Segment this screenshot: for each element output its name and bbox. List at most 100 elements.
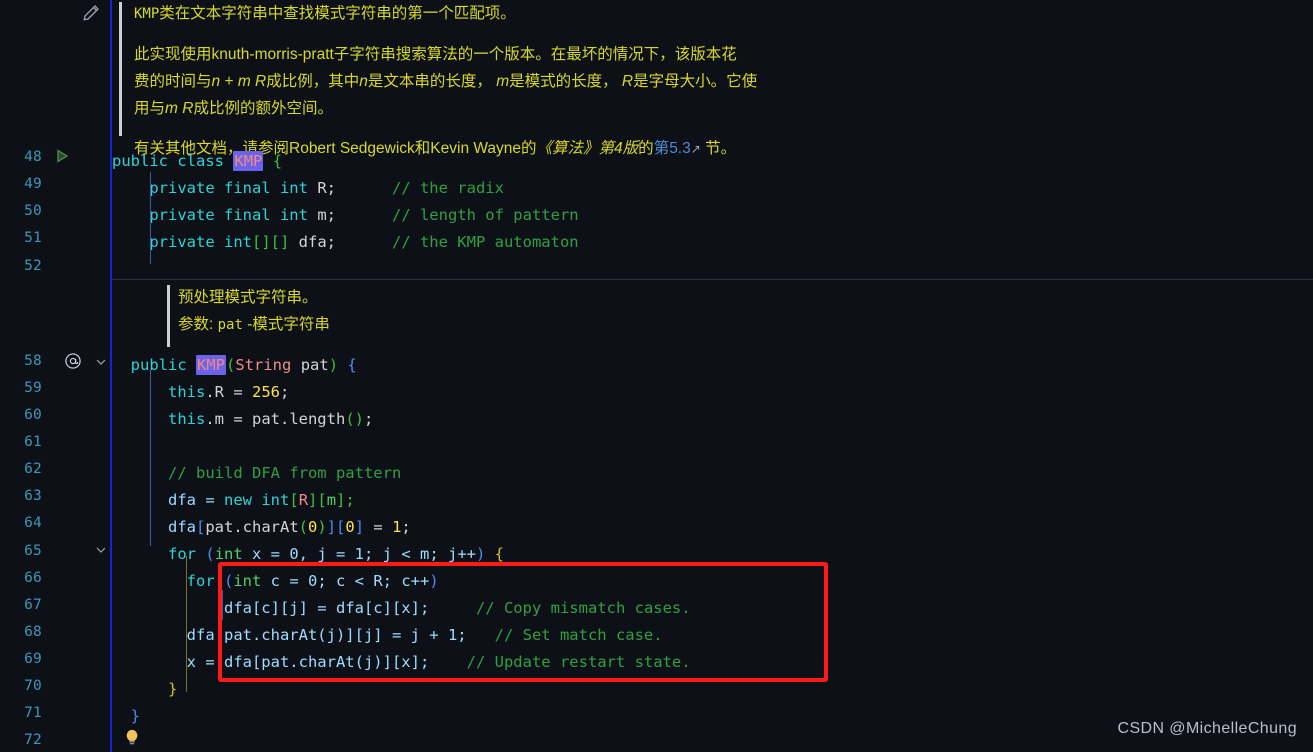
code-line-70[interactable]: } — [112, 676, 177, 703]
brk-64c: ] — [354, 518, 365, 536]
code-surface[interactable]: public class KMP { private final int R; … — [112, 0, 1313, 752]
brace-48: { — [272, 152, 283, 170]
watermark: CSDN @MichelleChung — [1117, 720, 1297, 737]
code-line-48[interactable]: public class KMP { — [112, 148, 282, 175]
line-number-63[interactable]: 63 — [0, 488, 42, 504]
brk-64a: [ — [196, 518, 206, 536]
kw-class: class — [177, 152, 225, 170]
line-number-61[interactable]: 61 — [0, 434, 42, 450]
line-number-72[interactable]: 72 — [0, 732, 42, 748]
code-line-60[interactable]: this.m = pat.length(); — [112, 406, 373, 433]
kw-this-60: this — [168, 410, 206, 428]
line-number-71[interactable]: 71 — [0, 705, 42, 721]
stmt-69: x = dfa[pat.charAt(j)][x]; — [186, 653, 430, 671]
editor-gutter[interactable]: 48 49 50 51 52 58 59 60 61 62 63 64 65 6… — [0, 0, 138, 752]
paren-64a: ( — [298, 518, 309, 536]
code-line-58[interactable]: public KMP(String pat) { — [112, 352, 357, 379]
line-number-69[interactable]: 69 — [0, 651, 42, 667]
indent-guide-2 — [222, 590, 223, 620]
fold-chevron-down-icon-65[interactable] — [94, 543, 108, 557]
kw-51: private int — [149, 233, 252, 251]
kw-49: private final int — [149, 179, 308, 197]
code-line-65[interactable]: for (int x = 0, j = 1; j < m; j++) { — [112, 541, 504, 568]
code-line-68[interactable]: dfa[pat.charAt(j)][j] = j + 1; // Set ma… — [112, 622, 663, 649]
brk-63a: [ — [289, 491, 299, 509]
code-line-63[interactable]: dfa = new int[R][m]; — [112, 487, 355, 514]
for-header-65: x = 0, j = 1; j < m; j++ — [242, 545, 476, 563]
arg-pat: pat — [300, 356, 329, 374]
line-number-70[interactable]: 70 — [0, 678, 42, 694]
comment-49: // the radix — [391, 179, 504, 197]
comment-69: // Update restart state. — [466, 653, 691, 671]
line-number-64[interactable]: 64 — [0, 515, 42, 531]
fold-chevron-down-icon-58[interactable] — [94, 355, 108, 369]
semi-60: ; — [363, 410, 374, 428]
ctor-doc-param-desc: -模式字符串 — [242, 316, 330, 333]
line-number-67[interactable]: 67 — [0, 597, 42, 613]
code-line-67[interactable]: dfa[c][j] = dfa[c][x]; // Copy mismatch … — [112, 595, 691, 622]
brace-70: } — [168, 680, 178, 698]
line-number-65[interactable]: 65 — [0, 543, 42, 559]
expr-63a: dfa = — [168, 491, 224, 509]
for-header-66: c = 0; c < R; c++ — [261, 572, 430, 590]
at-sign-icon[interactable] — [64, 352, 82, 370]
type-int-65: int — [214, 545, 243, 563]
run-play-icon[interactable] — [54, 148, 70, 164]
code-line-66[interactable]: for (int c = 0; c < R; c++) — [112, 568, 439, 595]
paren-64b: ) — [317, 518, 327, 536]
ctor-doc-param-label: 参数: — [178, 316, 214, 333]
kw-new: new — [224, 491, 252, 509]
code-line-59[interactable]: this.R = 256; — [112, 379, 289, 406]
indent-guide-active — [186, 556, 187, 692]
num-0b-64: 0 — [345, 518, 355, 536]
line-number-62[interactable]: 62 — [0, 461, 42, 477]
paren-65b: ) — [475, 545, 486, 563]
paren-66a: ( — [224, 572, 234, 590]
num-256: 256 — [252, 383, 280, 401]
kw-for-66: for — [186, 572, 215, 590]
var-R-63: R — [298, 491, 309, 509]
line-number-68[interactable]: 68 — [0, 624, 42, 640]
var-49: R; — [317, 179, 336, 197]
parens-60: () — [345, 410, 364, 428]
class-name-selected[interactable]: KMP — [233, 151, 264, 171]
code-editor[interactable]: 48 49 50 51 52 58 59 60 61 62 63 64 65 6… — [0, 0, 1313, 752]
code-line-50[interactable]: private final int m; // length of patter… — [112, 202, 578, 229]
stmt-68: dfa[pat.charAt(j)][j] = j + 1; — [186, 626, 467, 644]
type-int-66: int — [233, 572, 262, 590]
ctor-docstring: 预处理模式字符串。 参数: pat -模式字符串 — [178, 284, 330, 339]
ctor-name-selected[interactable]: KMP — [196, 355, 227, 375]
code-line-62[interactable]: // build DFA from pattern — [112, 460, 401, 487]
line-number-60[interactable]: 60 — [0, 407, 42, 423]
line-number-59[interactable]: 59 — [0, 380, 42, 396]
kw-for-65: for — [168, 545, 196, 563]
expr-59: .R = — [205, 383, 252, 401]
brackets-51: [][] — [251, 233, 290, 251]
var-50: m; — [317, 206, 336, 224]
line-number-49[interactable]: 49 — [0, 176, 42, 192]
line-number-51[interactable]: 51 — [0, 230, 42, 246]
line-number-50[interactable]: 50 — [0, 203, 42, 219]
pencil-icon[interactable] — [82, 4, 100, 22]
code-line-64[interactable]: dfa[pat.charAt(0)][0] = 1; — [112, 514, 411, 541]
expr-60: .m = pat.length — [205, 410, 346, 428]
ctor-doc-accent-bar — [167, 285, 170, 347]
ctor-doc-param-name: pat — [217, 317, 243, 333]
brk-63c: ]; — [336, 491, 355, 509]
comment-51: // the KMP automaton — [391, 233, 579, 251]
code-line-51[interactable]: private int[][] dfa; // the KMP automato… — [112, 229, 579, 256]
code-line-49[interactable]: private final int R; // the radix — [112, 175, 504, 202]
semi-59: ; — [280, 383, 290, 401]
line-number-48[interactable]: 48 — [0, 149, 42, 165]
line-number-66[interactable]: 66 — [0, 570, 42, 586]
call-charAt-64: pat.charAt — [205, 518, 299, 536]
stmt-67: dfa[c][j] = dfa[c][x]; — [223, 599, 430, 617]
line-number-52[interactable]: 52 — [0, 258, 42, 274]
line-number-58[interactable]: 58 — [0, 353, 42, 369]
var-m-63: m — [326, 491, 337, 509]
paren-close-58: ) — [328, 356, 339, 374]
comment-68: // Set match case. — [494, 626, 663, 644]
code-line-71[interactable]: } — [112, 703, 140, 730]
code-line-69[interactable]: x = dfa[pat.charAt(j)][x]; // Update res… — [112, 649, 691, 676]
paren-65a: ( — [205, 545, 215, 563]
